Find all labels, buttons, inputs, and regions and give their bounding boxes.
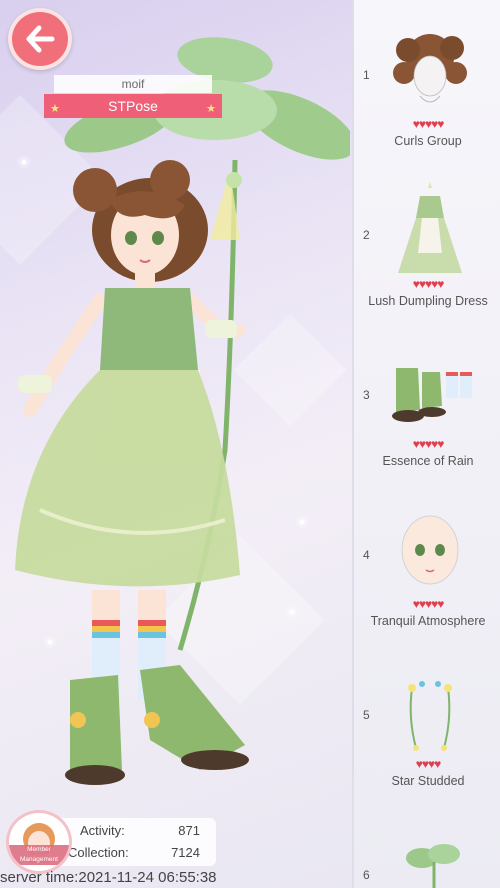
- item-index: 5: [363, 708, 370, 722]
- item-index: 4: [363, 548, 370, 562]
- list-item[interactable]: 5 ♥♥♥♥ Star Studded: [354, 640, 500, 800]
- item-name: Star Studded: [391, 774, 465, 788]
- list-item[interactable]: 4 ♥♥♥♥♥ Tranquil Atmosphere: [354, 480, 500, 640]
- star-icon: ★: [206, 103, 216, 115]
- rating-hearts: ♥♥♥♥: [415, 757, 442, 771]
- member-management-button[interactable]: Member Management: [6, 810, 72, 874]
- rating-hearts: ♥♥♥♥♥: [412, 597, 445, 611]
- outfit-title: STPose: [108, 98, 158, 114]
- hair-accessory-icon: [408, 681, 452, 751]
- item-name: Tranquil Atmosphere: [370, 614, 486, 628]
- item-name: Lush Dumpling Dress: [368, 294, 488, 308]
- list-item[interactable]: 3 ♥♥♥♥♥ Essence of Rain: [354, 320, 500, 480]
- item-name: Essence of Rain: [382, 454, 474, 468]
- rating-hearts: ♥♥♥♥♥: [412, 117, 445, 131]
- back-button[interactable]: [8, 8, 72, 70]
- list-item[interactable]: 2 ♥♥♥♥♥ Lush Dumpling Dress: [354, 160, 500, 320]
- outfit-items-panel[interactable]: 1 ♥♥♥♥♥ Curls Group 2 ♥♥♥♥♥ Lush Dumplin…: [352, 0, 500, 888]
- character-illustration: [15, 37, 350, 785]
- rating-hearts: ♥♥♥♥♥: [412, 437, 445, 451]
- item-name: Curls Group: [394, 134, 462, 148]
- cuff: [18, 375, 52, 393]
- activity-label: Activity:: [80, 823, 125, 838]
- face-icon: [401, 515, 459, 585]
- hair-icon: [393, 34, 467, 103]
- member-management-label: Member Management: [9, 845, 69, 865]
- activity-value: 871: [178, 823, 200, 838]
- star-icon: ★: [50, 103, 60, 115]
- collection-value: 7124: [171, 845, 200, 860]
- server-time: server time:2021-11-24 06:55:38: [0, 869, 217, 886]
- item-index: 3: [363, 388, 370, 402]
- outfit-title-ribbon: ★ STPose ★: [44, 94, 222, 118]
- author-name: moif: [54, 75, 212, 93]
- arrow-left-icon: [26, 25, 55, 53]
- list-item[interactable]: 1 ♥♥♥♥♥ Curls Group: [354, 0, 500, 160]
- item-index: 2: [363, 228, 370, 242]
- item-index: 1: [363, 68, 370, 82]
- cuff: [205, 320, 237, 338]
- item-index: 6: [363, 868, 370, 882]
- list-item[interactable]: 6: [354, 800, 500, 888]
- dress-icon: [398, 182, 462, 273]
- rating-hearts: ♥♥♥♥♥: [412, 277, 445, 291]
- collection-label: Collection:: [68, 845, 129, 860]
- leaf-umbrella-icon: [406, 844, 460, 888]
- boots-icon: [392, 368, 472, 422]
